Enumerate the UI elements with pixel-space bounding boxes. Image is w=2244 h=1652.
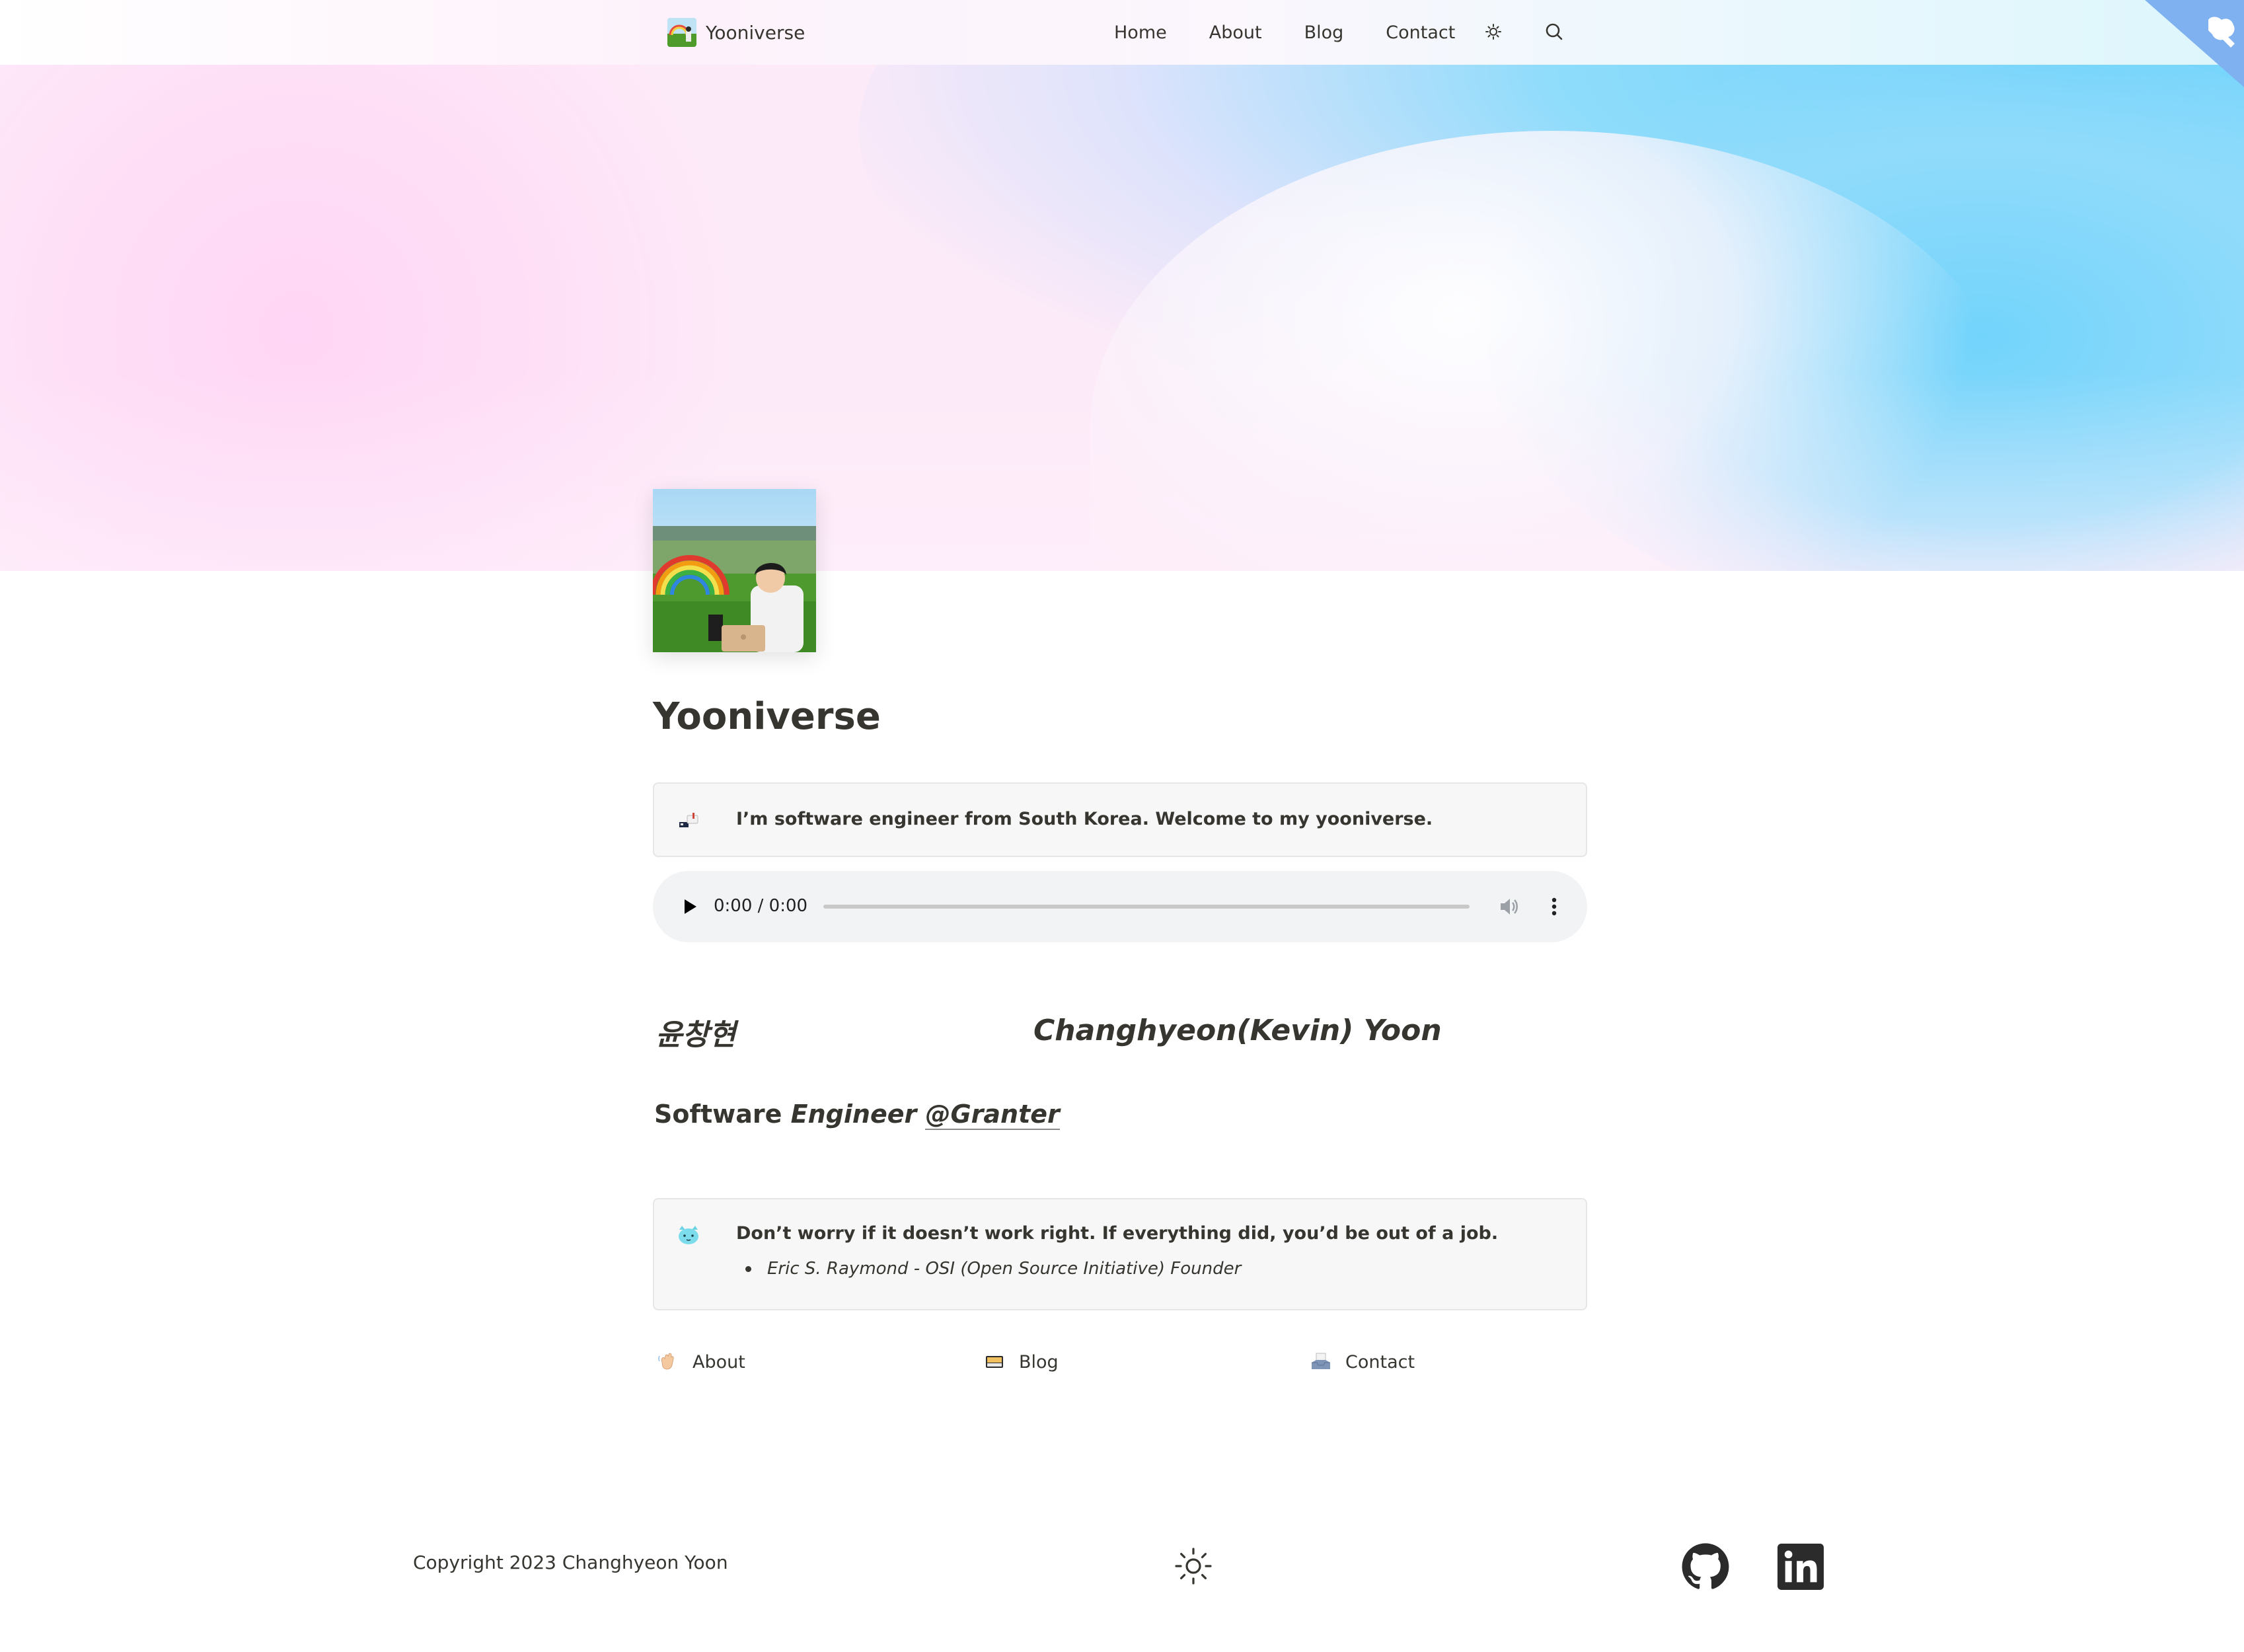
role-italic: Engineer bbox=[790, 1100, 926, 1129]
brand-name: Yooniverse bbox=[706, 21, 805, 44]
top-navbar: Yooniverse Home About Blog Contact bbox=[0, 0, 2244, 65]
github-icon[interactable] bbox=[1681, 1542, 1730, 1591]
page-links-row: About Blog Contact bbox=[0, 1345, 2244, 1378]
volume-icon[interactable] bbox=[1496, 893, 1522, 920]
nav-contact[interactable]: Contact bbox=[1386, 22, 1455, 43]
inbox-tray-icon bbox=[1310, 1351, 1332, 1373]
quote-author: Eric S. Raymond - OSI (Open Source Initi… bbox=[767, 1259, 1242, 1279]
cat-face-icon bbox=[675, 1222, 702, 1248]
linkedin-icon[interactable] bbox=[1777, 1544, 1824, 1590]
contact-link-label: Contact bbox=[1345, 1351, 1415, 1372]
profile-photo-icon[interactable] bbox=[653, 489, 816, 652]
footer-theme-sun-icon[interactable] bbox=[1171, 1544, 1216, 1589]
granter-link[interactable]: @Granter bbox=[925, 1100, 1060, 1130]
nav-about[interactable]: About bbox=[1209, 22, 1262, 43]
footer-copyright: Copyright 2023 Changhyeon Yoon bbox=[413, 1552, 728, 1573]
about-page-link[interactable]: About bbox=[657, 1345, 745, 1378]
quote-author-item: Eric S. Raymond - OSI (Open Source Initi… bbox=[745, 1259, 1241, 1279]
bullet-dot bbox=[745, 1266, 751, 1272]
page-title: Yooniverse bbox=[653, 695, 881, 738]
blog-page-link[interactable]: Blog bbox=[983, 1345, 1059, 1378]
more-options-icon[interactable] bbox=[1541, 893, 1567, 920]
contact-page-link[interactable]: Contact bbox=[1310, 1345, 1415, 1378]
name-korean: 윤창현 bbox=[655, 1018, 736, 1052]
blog-link-label: Blog bbox=[1019, 1351, 1059, 1372]
search-icon[interactable] bbox=[1541, 19, 1567, 45]
play-icon[interactable] bbox=[678, 895, 702, 919]
waving-hand-icon bbox=[657, 1351, 679, 1373]
quote-callout: Don’t worry if it doesn’t work right. If… bbox=[653, 1198, 1587, 1310]
intro-callout: I’m software engineer from South Korea. … bbox=[653, 782, 1587, 857]
theme-toggle-sun-icon[interactable] bbox=[1480, 19, 1507, 45]
role-line: Software Engineer @Granter bbox=[654, 1100, 1060, 1130]
main-nav: Home About Blog Contact bbox=[1114, 16, 1497, 49]
audio-progress-track[interactable] bbox=[823, 905, 1470, 909]
about-link-label: About bbox=[692, 1351, 745, 1372]
brand-thumbnail-icon bbox=[667, 18, 696, 47]
nav-blog[interactable]: Blog bbox=[1304, 22, 1344, 43]
brand-link[interactable]: Yooniverse bbox=[667, 16, 805, 49]
cover-banner bbox=[0, 65, 2244, 571]
mailbox-icon bbox=[675, 807, 702, 834]
role-plain: Software bbox=[654, 1100, 791, 1129]
audio-player: 0:00 / 0:00 bbox=[653, 871, 1587, 942]
github-corner-icon[interactable] bbox=[2145, 0, 2244, 87]
nav-home[interactable]: Home bbox=[1114, 22, 1167, 43]
quote-text: Don’t worry if it doesn’t work right. If… bbox=[736, 1223, 1499, 1244]
notebook-icon bbox=[983, 1351, 1006, 1373]
audio-time: 0:00 / 0:00 bbox=[714, 896, 808, 916]
name-english: Changhyeon(Kevin) Yoon bbox=[1033, 1014, 1442, 1047]
intro-text: I’m software engineer from South Korea. … bbox=[736, 809, 1433, 829]
